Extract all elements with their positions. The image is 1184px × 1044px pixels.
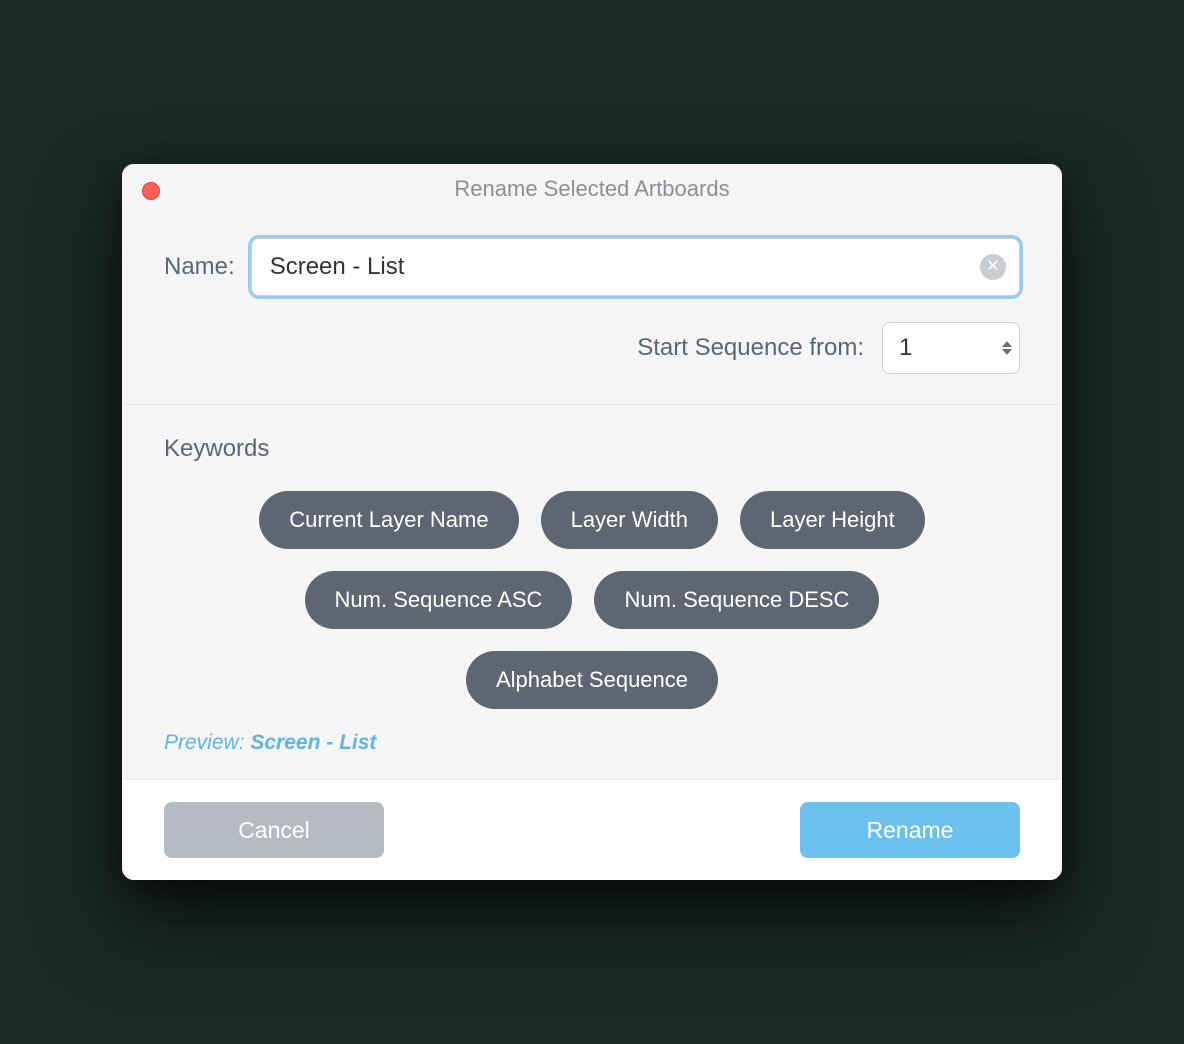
name-input-wrap: ✕: [251, 238, 1020, 296]
name-input[interactable]: [251, 238, 1020, 296]
preview-value: Screen - List: [250, 731, 376, 754]
name-row: Name: ✕: [164, 238, 1020, 296]
close-icon: ✕: [986, 259, 999, 275]
keywords-heading: Keywords: [164, 435, 1020, 463]
dialog-title: Rename Selected Artboards: [454, 176, 729, 202]
stepper-arrows: [1002, 341, 1012, 355]
keyword-alphabet-sequence[interactable]: Alphabet Sequence: [466, 651, 718, 709]
close-window-button[interactable]: [142, 182, 160, 200]
keyword-num-sequence-asc[interactable]: Num. Sequence ASC: [305, 571, 573, 629]
keywords-row-2: Num. Sequence ASC Num. Sequence DESC: [164, 571, 1020, 629]
rename-button[interactable]: Rename: [800, 802, 1020, 858]
titlebar: Rename Selected Artboards: [122, 164, 1062, 214]
dialog-footer: Cancel Rename: [122, 779, 1062, 880]
preview-label: Preview:: [164, 731, 250, 754]
keywords-row-1: Current Layer Name Layer Width Layer Hei…: [164, 491, 1020, 549]
keyword-layer-height[interactable]: Layer Height: [740, 491, 925, 549]
keyword-num-sequence-desc[interactable]: Num. Sequence DESC: [594, 571, 879, 629]
clear-input-button[interactable]: ✕: [980, 254, 1006, 280]
sequence-label: Start Sequence from:: [637, 334, 864, 362]
sequence-input[interactable]: [882, 322, 1020, 374]
sequence-row: Start Sequence from:: [164, 322, 1020, 374]
name-label: Name:: [164, 253, 235, 281]
keywords-row-3: Alphabet Sequence: [164, 651, 1020, 709]
keywords-section: Keywords Current Layer Name Layer Width …: [122, 405, 1062, 779]
keyword-layer-width[interactable]: Layer Width: [541, 491, 718, 549]
stepper-up-icon[interactable]: [1002, 341, 1012, 347]
name-section: Name: ✕ Start Sequence from:: [122, 214, 1062, 404]
stepper-down-icon[interactable]: [1002, 349, 1012, 355]
rename-artboards-dialog: Rename Selected Artboards Name: ✕ Start …: [122, 164, 1062, 880]
preview-line: Preview: Screen - List: [164, 731, 1020, 755]
cancel-button[interactable]: Cancel: [164, 802, 384, 858]
keyword-current-layer-name[interactable]: Current Layer Name: [259, 491, 518, 549]
sequence-input-wrap: [882, 322, 1020, 374]
